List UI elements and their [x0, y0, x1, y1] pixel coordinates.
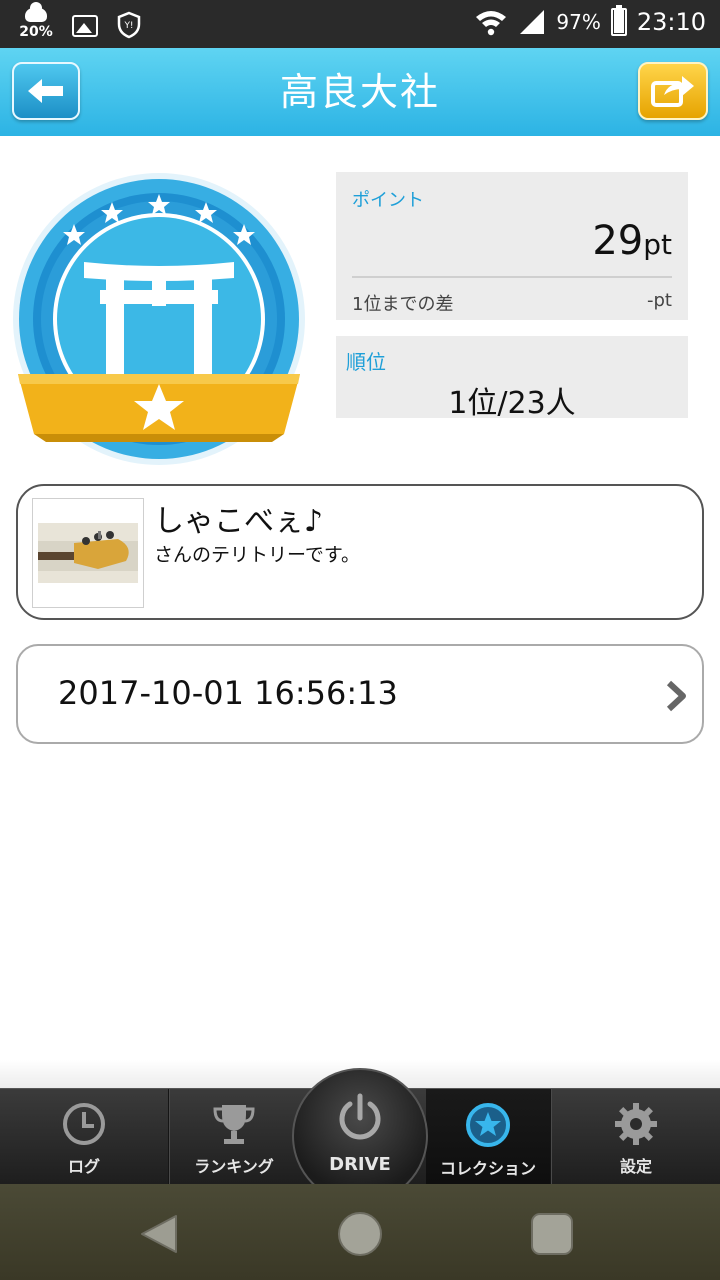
tab-log[interactable]: ログ — [0, 1089, 168, 1185]
shield-icon: Y! — [117, 11, 141, 39]
tab-settings-label: 設定 — [619, 1157, 652, 1176]
rank-label: 順位 — [346, 350, 386, 374]
visit-history-item[interactable]: 2017-10-01 16:56:13 — [16, 644, 704, 744]
status-bar: 20% Y! 97% 23:10 — [0, 0, 720, 48]
tab-settings[interactable]: 設定 — [552, 1089, 720, 1185]
share-button[interactable] — [638, 62, 708, 120]
rank-value: 1位/23人 — [448, 386, 576, 421]
signal-icon — [520, 10, 545, 34]
points-panel: ポイント 29pt 1位までの差 -pt — [336, 172, 688, 320]
page-title: 高良大社 — [279, 70, 440, 114]
image-notification-icon — [72, 15, 98, 37]
weather-percent: 20% — [19, 24, 53, 40]
clock-icon — [63, 1103, 105, 1145]
owner-name: しゃこべぇ♪ — [154, 504, 324, 539]
torii-shrine-badge-icon — [13, 173, 305, 465]
visit-datetime: 2017-10-01 16:56:13 — [58, 674, 398, 712]
battery-percent: 97% — [556, 10, 601, 34]
battery-icon — [610, 5, 627, 36]
territory-owner-card[interactable]: しゃこべぇ♪ さんのテリトリーです。 — [16, 484, 704, 620]
owner-avatar — [32, 498, 144, 608]
wifi-icon — [476, 11, 507, 36]
trophy-icon — [213, 1105, 255, 1144]
tab-log-label: ログ — [67, 1157, 100, 1176]
drive-label: DRIVE — [329, 1154, 391, 1175]
weather-icon: 20% — [18, 2, 54, 40]
gear-icon — [615, 1103, 657, 1145]
system-navigation-bar — [0, 1184, 720, 1280]
share-icon — [651, 76, 694, 107]
back-button[interactable] — [12, 62, 80, 120]
clock-time: 23:10 — [636, 8, 706, 36]
tab-collection-label: コレクション — [439, 1159, 536, 1178]
nav-recents-icon[interactable] — [528, 1210, 576, 1258]
tab-ranking[interactable]: ランキング — [170, 1089, 298, 1185]
back-arrow-icon — [28, 79, 63, 103]
divider — [352, 276, 672, 278]
rank-panel: 順位 1位/23人 — [336, 336, 688, 421]
points-unit: pt — [643, 228, 672, 261]
app-header: 高良大社 — [0, 48, 720, 136]
gap-to-first-value: -pt — [647, 290, 672, 311]
power-icon — [339, 1093, 381, 1140]
svg-text:Y!: Y! — [123, 21, 133, 31]
chevron-right-icon — [666, 680, 686, 712]
owner-description: さんのテリトリーです。 — [154, 544, 360, 566]
points-label: ポイント — [352, 190, 424, 211]
nav-home-icon[interactable] — [336, 1210, 384, 1258]
gap-to-first-label: 1位までの差 — [352, 294, 454, 315]
points-value-wrapper: 29pt — [592, 218, 672, 264]
points-value: 29 — [592, 218, 644, 264]
guitar-headstock-image — [38, 523, 138, 583]
tab-collection[interactable]: コレクション — [426, 1089, 550, 1185]
nav-back-icon[interactable] — [136, 1210, 184, 1258]
star-circle-icon — [466, 1103, 510, 1147]
tab-ranking-label: ランキング — [194, 1157, 274, 1176]
